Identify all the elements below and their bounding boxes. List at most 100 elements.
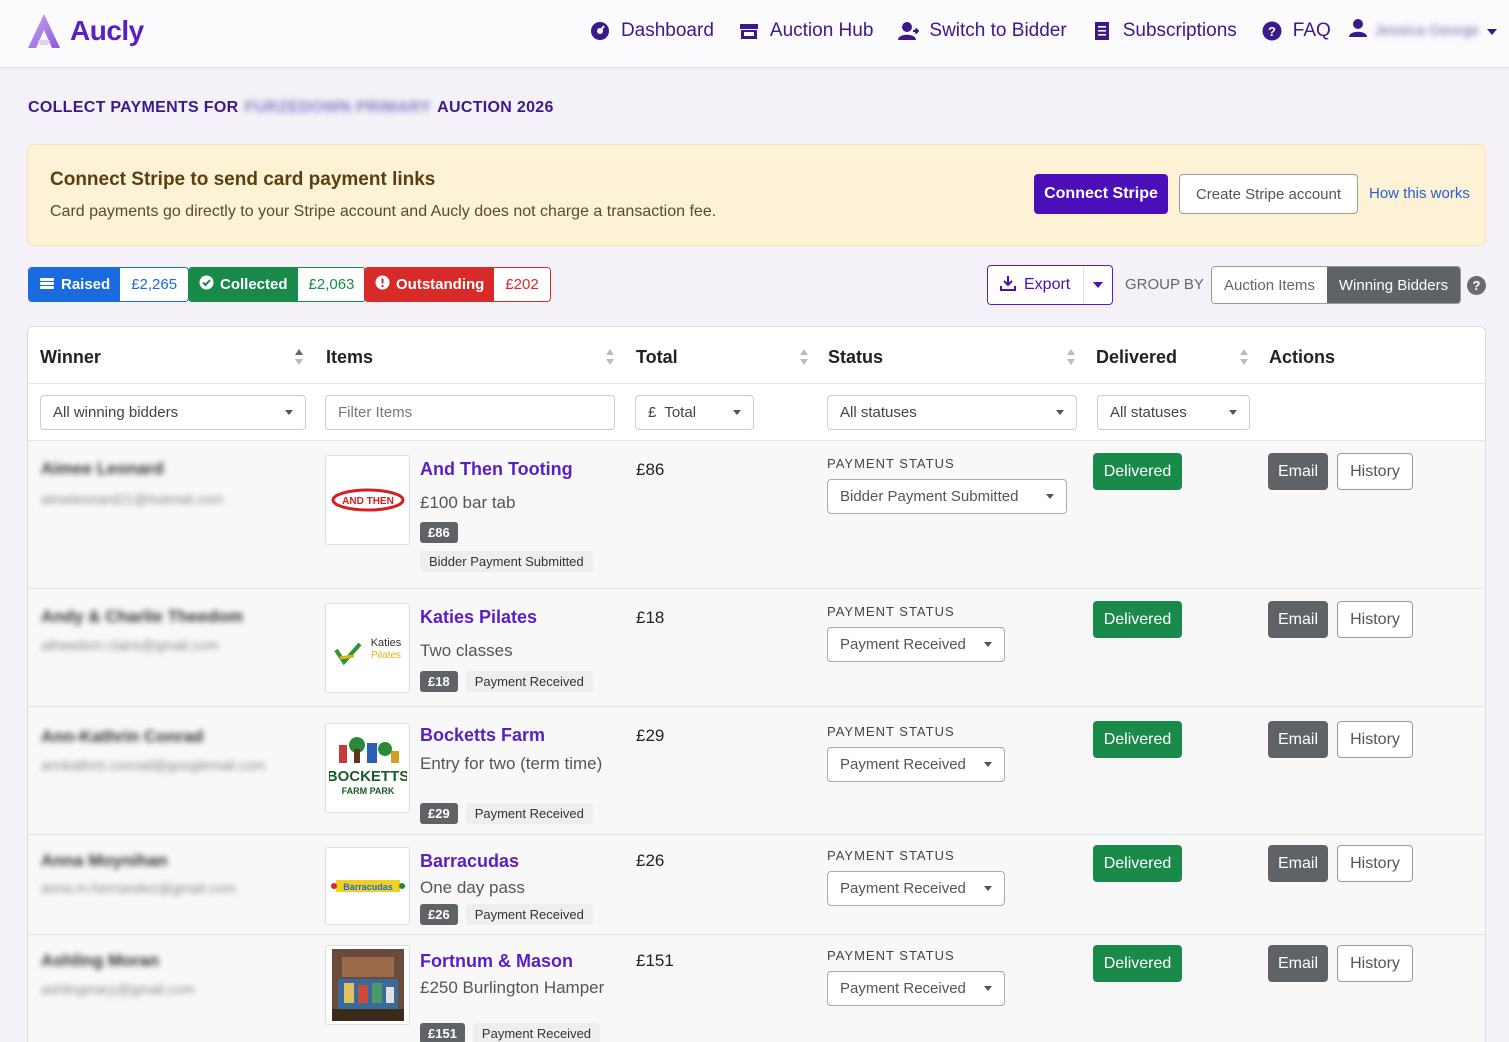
email-button[interactable]: Email — [1268, 721, 1328, 758]
sort-icon[interactable] — [1066, 347, 1076, 367]
export-button[interactable]: Export — [987, 265, 1113, 305]
chevron-down-icon — [1229, 410, 1237, 415]
receipt-icon — [1091, 20, 1113, 42]
winner-filter[interactable]: All winning bidders — [40, 395, 306, 430]
row-total: £29 — [636, 726, 665, 745]
history-button[interactable]: History — [1337, 845, 1413, 882]
email-button[interactable]: Email — [1268, 845, 1328, 882]
nav-auction-hub[interactable]: Auction Hub — [738, 19, 874, 42]
group-by-winning-bidders[interactable]: Winning Bidders — [1326, 267, 1461, 303]
user-menu[interactable]: Jessica George — [1348, 18, 1497, 43]
header-status[interactable]: Status — [828, 347, 883, 368]
status-badge: Payment Received — [465, 671, 593, 692]
user-icon — [897, 20, 920, 42]
item-thumbnail[interactable]: Katies Pilates — [325, 603, 410, 693]
history-button[interactable]: History — [1337, 721, 1413, 758]
item-title-link[interactable]: Bocketts Farm — [420, 725, 545, 746]
winner-email: annkathrin.conrad@googlemail.com — [41, 757, 266, 773]
nav-auction-hub-label: Auction Hub — [769, 19, 874, 41]
payment-status-select[interactable]: Payment Received — [827, 971, 1005, 1006]
sort-icon[interactable] — [294, 347, 304, 367]
history-button[interactable]: History — [1337, 945, 1413, 982]
delivered-button[interactable]: Delivered — [1093, 453, 1182, 490]
payment-status-select[interactable]: Payment Received — [827, 747, 1005, 782]
status-badge: Payment Received — [465, 803, 593, 824]
table-row: Andy & Charlie Theedom atheedom.claire@g… — [28, 589, 1485, 707]
group-by-auction-items[interactable]: Auction Items — [1212, 267, 1327, 303]
aucly-logo-icon — [28, 14, 60, 48]
payment-status-label: PAYMENT STATUS — [827, 604, 955, 619]
winner-name: Ashling Moran — [41, 951, 160, 970]
nav-dashboard-label: Dashboard — [620, 19, 714, 41]
payment-status-label: PAYMENT STATUS — [827, 948, 955, 963]
sort-icon[interactable] — [799, 347, 809, 367]
svg-text:Barracudas: Barracudas — [343, 882, 393, 892]
and-then-logo: AND THEN — [331, 488, 404, 512]
payment-status-select[interactable]: Payment Received — [827, 627, 1005, 662]
total-filter[interactable]: £ Total — [635, 395, 754, 430]
item-title-link[interactable]: Barracudas — [420, 851, 519, 872]
header-items[interactable]: Items — [326, 347, 373, 368]
delivered-button[interactable]: Delivered — [1093, 601, 1182, 638]
item-thumbnail[interactable]: Barracudas — [325, 847, 410, 925]
status-badge: Payment Received — [465, 904, 593, 925]
item-description: One day pass — [420, 878, 525, 897]
chevron-down-icon — [1056, 410, 1064, 415]
item-title-link[interactable]: Katies Pilates — [420, 607, 537, 628]
email-button[interactable]: Email — [1268, 945, 1328, 982]
item-description: £100 bar tab — [420, 493, 516, 512]
history-button[interactable]: History — [1337, 601, 1413, 638]
export-dropdown-toggle[interactable] — [1082, 266, 1112, 304]
payment-status-select[interactable]: Payment Received — [827, 871, 1005, 906]
connect-stripe-button[interactable]: Connect Stripe — [1034, 174, 1168, 214]
status-badge: Bidder Payment Submitted — [420, 551, 593, 572]
delivered-filter[interactable]: All statuses — [1097, 395, 1250, 430]
chevron-down-icon — [984, 762, 992, 767]
chevron-down-icon — [733, 410, 741, 415]
item-thumbnail[interactable] — [325, 945, 410, 1025]
chevron-down-icon — [984, 642, 992, 647]
delivered-button[interactable]: Delivered — [1093, 845, 1182, 882]
price-badge: £29 — [420, 803, 458, 824]
header-total[interactable]: Total — [636, 347, 678, 368]
export-label: Export — [1024, 276, 1071, 293]
sort-icon[interactable] — [1239, 347, 1249, 367]
stripe-banner: Connect Stripe to send card payment link… — [27, 144, 1486, 246]
collected-stat: Collected £2,063 — [188, 267, 367, 302]
email-button[interactable]: Email — [1268, 453, 1328, 490]
items-filter-input[interactable]: Filter Items — [325, 395, 615, 430]
delivered-button[interactable]: Delivered — [1093, 945, 1182, 982]
svg-text:FARM PARK: FARM PARK — [341, 786, 394, 796]
header-winner[interactable]: Winner — [40, 347, 101, 368]
table-row: Aimee Leonard aimeleonard21@hotmail.com … — [28, 441, 1485, 589]
svg-text:Katies: Katies — [370, 637, 401, 649]
item-thumbnail[interactable]: BOCKETTS FARM PARK — [325, 723, 410, 813]
winner-name: Anna Moynihan — [41, 851, 168, 870]
brand-name: Aucly — [70, 15, 144, 46]
nav-subscriptions[interactable]: Subscriptions — [1091, 20, 1237, 42]
item-title-link[interactable]: Fortnum & Mason — [420, 951, 573, 972]
email-button[interactable]: Email — [1268, 601, 1328, 638]
item-badges: £18 Payment Received — [420, 671, 660, 692]
help-icon[interactable]: ? — [1467, 276, 1486, 295]
header-delivered[interactable]: Delivered — [1096, 347, 1177, 368]
outstanding-label: Outstanding — [396, 276, 485, 293]
chevron-down-icon — [1092, 282, 1103, 288]
item-thumbnail[interactable]: AND THEN — [325, 455, 410, 545]
create-stripe-account-button[interactable]: Create Stripe account — [1179, 174, 1358, 214]
nav-dashboard[interactable]: Dashboard — [589, 20, 714, 42]
delivered-button[interactable]: Delivered — [1093, 721, 1182, 758]
sort-icon[interactable] — [605, 347, 615, 367]
winner-email: atheedom.claire@gmail.com — [41, 637, 219, 653]
collected-value: £2,063 — [297, 268, 366, 301]
nav-switch-bidder[interactable]: Switch to Bidder — [897, 20, 1067, 42]
payment-status-select[interactable]: Bidder Payment Submitted — [827, 479, 1067, 514]
how-this-works-link[interactable]: How this works — [1369, 185, 1470, 202]
status-filter[interactable]: All statuses — [827, 395, 1077, 430]
item-title-link[interactable]: And Then Tooting — [420, 459, 573, 480]
brand-logo[interactable]: Aucly — [26, 12, 144, 50]
user-name: Jessica George — [1374, 22, 1479, 39]
nav-faq[interactable]: ? FAQ — [1261, 20, 1331, 42]
history-button[interactable]: History — [1337, 453, 1413, 490]
page-title-suffix: AUCTION 2026 — [437, 99, 554, 116]
